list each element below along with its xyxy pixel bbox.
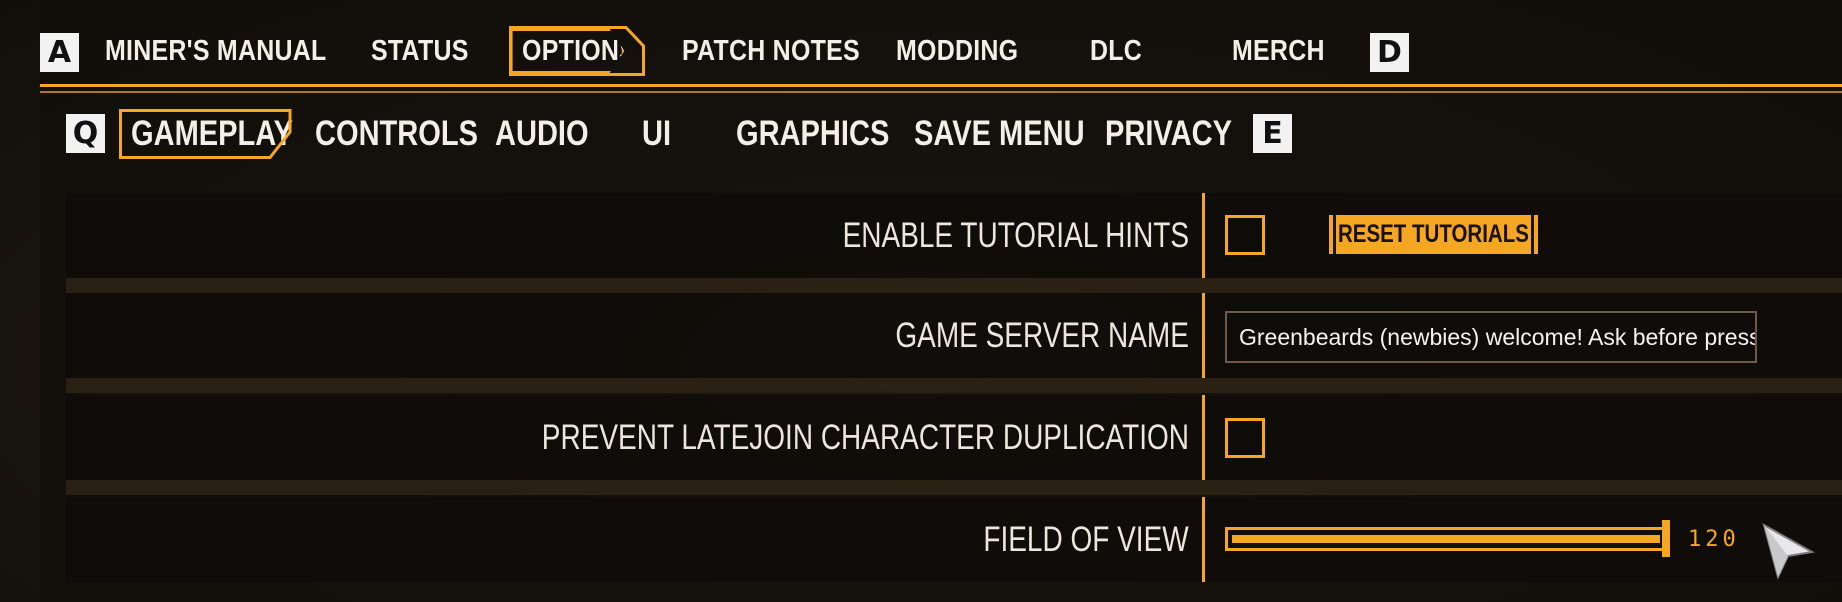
row-accent-bar bbox=[1202, 395, 1205, 480]
setting-label-field-of-view: FIELD OF VIEW bbox=[983, 519, 1189, 559]
key-hint-e[interactable]: E bbox=[1253, 114, 1292, 153]
tab-miners-manual[interactable]: MINER'S MANUAL bbox=[105, 28, 327, 74]
top-nav-divider bbox=[40, 84, 1842, 87]
row-accent-bar bbox=[1202, 497, 1205, 582]
tab-controls[interactable]: CONTROLS bbox=[315, 110, 478, 158]
fov-value: 120 bbox=[1688, 526, 1740, 552]
tab-privacy[interactable]: PRIVACY bbox=[1105, 110, 1232, 158]
tab-graphics[interactable]: GRAPHICS bbox=[736, 110, 889, 158]
prevent-latejoin-checkbox[interactable] bbox=[1225, 418, 1265, 458]
tab-status[interactable]: STATUS bbox=[371, 28, 469, 74]
setting-label-server-name: GAME SERVER NAME bbox=[895, 315, 1189, 355]
tab-merch[interactable]: MERCH bbox=[1232, 28, 1325, 74]
reset-tutorials-button[interactable]: RESET TUTORIALS bbox=[1333, 215, 1534, 254]
row-accent-bar bbox=[1202, 293, 1205, 378]
fov-slider-track[interactable] bbox=[1225, 527, 1667, 551]
tab-audio[interactable]: AUDIO bbox=[495, 110, 589, 158]
tab-gameplay[interactable]: GAMEPLAY bbox=[131, 110, 293, 158]
tab-patch-notes[interactable]: PATCH NOTES bbox=[682, 28, 860, 74]
key-hint-d[interactable]: D bbox=[1370, 33, 1409, 72]
tab-save-menu[interactable]: SAVE MENU bbox=[914, 110, 1085, 158]
top-nav-divider-secondary bbox=[40, 91, 1842, 93]
tab-modding[interactable]: MODDING bbox=[896, 28, 1018, 74]
reset-tutorials-label: RESET TUTORIALS bbox=[1338, 220, 1529, 248]
tutorial-hints-checkbox[interactable] bbox=[1225, 215, 1265, 255]
row-separator bbox=[66, 278, 1842, 293]
setting-label-prevent-latejoin: PREVENT LATEJOIN CHARACTER DUPLICATION bbox=[541, 417, 1189, 457]
setting-label-tutorial-hints: ENABLE TUTORIAL HINTS bbox=[842, 215, 1189, 255]
row-separator bbox=[66, 378, 1842, 393]
tab-ui[interactable]: UI bbox=[642, 110, 671, 158]
fov-slider-thumb[interactable] bbox=[1662, 520, 1670, 557]
pointer-arrow-icon bbox=[1762, 522, 1815, 580]
fov-slider-fill bbox=[1232, 535, 1660, 543]
row-separator bbox=[66, 480, 1842, 495]
row-accent-bar bbox=[1202, 193, 1205, 278]
key-hint-a[interactable]: A bbox=[40, 33, 79, 72]
key-hint-q[interactable]: Q bbox=[66, 114, 105, 153]
tab-options[interactable]: OPTIONS bbox=[510, 28, 624, 74]
server-name-input[interactable]: Greenbeards (newbies) welcome! Ask befor… bbox=[1225, 311, 1757, 363]
tab-dlc[interactable]: DLC bbox=[1090, 28, 1142, 74]
